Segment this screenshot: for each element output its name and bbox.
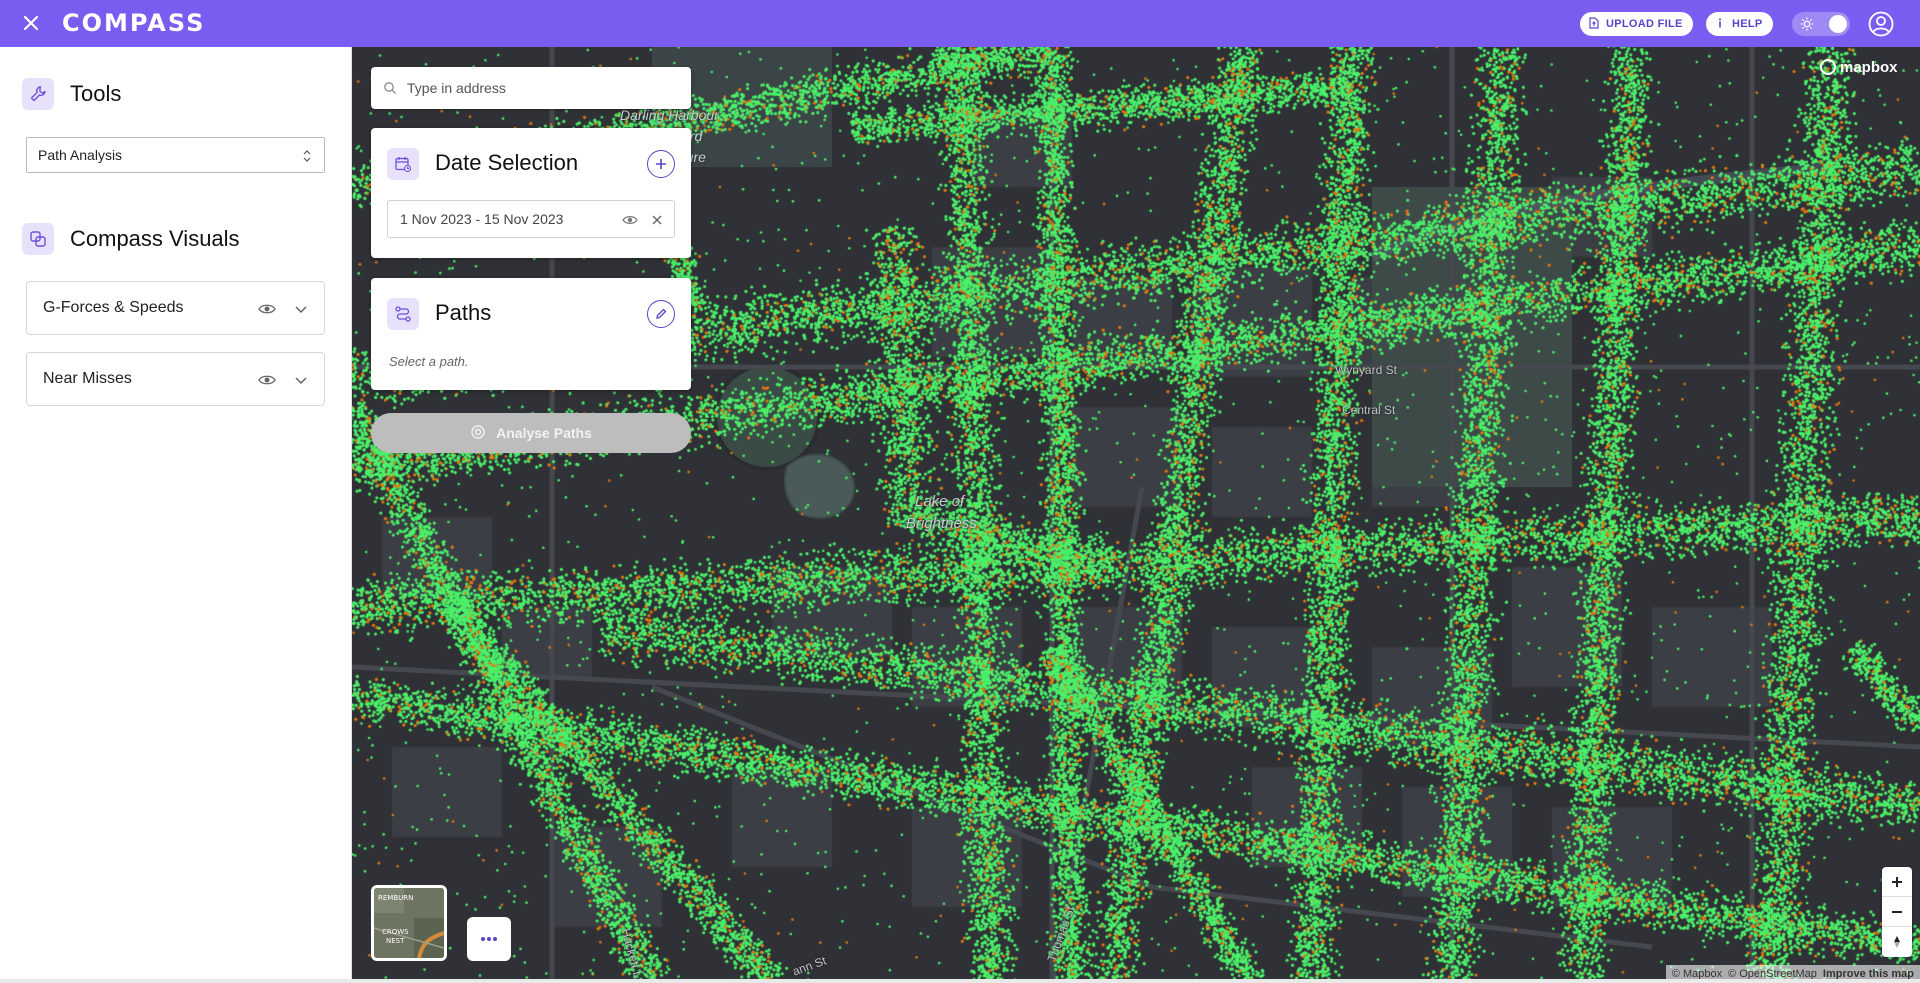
tool-select[interactable]: Path Analysis: [26, 137, 325, 173]
paths-panel: Paths Select a path.: [371, 278, 691, 390]
minimap-label-3: NEST: [386, 937, 405, 945]
tools-section-header: Tools: [22, 78, 121, 110]
date-selection-panel: Date Selection 1 Nov 2023 - 15 Nov 2023: [371, 128, 691, 258]
upload-file-label: UPLOAD FILE: [1606, 18, 1683, 30]
layer-label: Near Misses: [43, 370, 132, 387]
bottom-strip: [0, 979, 1920, 983]
eye-icon[interactable]: [258, 372, 276, 388]
toggle-knob: [1829, 15, 1847, 33]
street-label-central: Central St: [1342, 403, 1396, 417]
add-date-button[interactable]: [647, 150, 675, 178]
date-range-value: 1 Nov 2023 - 15 Nov 2023: [400, 211, 564, 227]
info-icon: [1714, 17, 1726, 32]
search-placeholder: Type in address: [407, 80, 506, 96]
select-arrows-icon: [302, 149, 312, 163]
date-range-chip[interactable]: 1 Nov 2023 - 15 Nov 2023: [387, 200, 675, 238]
eye-icon[interactable]: [258, 301, 276, 317]
layer-card-gforces[interactable]: G-Forces & Speeds: [26, 281, 325, 335]
layers-icon: [22, 223, 54, 255]
minimap-label-1: REMBURN: [378, 894, 413, 902]
theme-toggle[interactable]: [1792, 12, 1850, 36]
chevron-down-icon[interactable]: [294, 302, 308, 316]
tools-title: Tools: [70, 81, 122, 106]
mapbox-logo-text: mapbox: [1840, 58, 1898, 76]
sun-icon: [1800, 17, 1814, 31]
minimap-label-2: CROWS: [382, 928, 409, 936]
layer-card-near-misses[interactable]: Near Misses: [26, 352, 325, 406]
basemap-switcher-minimap[interactable]: REMBURN CROWS NEST: [371, 885, 447, 961]
map-canvas[interactable]: Darling Harbour ard ature Lake of Bright…: [352, 47, 1920, 983]
compass-reset-button[interactable]: [1882, 927, 1912, 957]
pen-icon: [656, 308, 667, 319]
mapbox-icon: [1820, 59, 1836, 75]
minus-icon: [1892, 910, 1902, 913]
upload-icon: [1588, 16, 1600, 32]
draw-path-button[interactable]: [647, 300, 675, 328]
paths-placeholder: Select a path.: [389, 354, 469, 369]
more-horizontal-icon: [481, 937, 497, 941]
account-circle-icon[interactable]: [1868, 11, 1894, 37]
route-icon: [387, 298, 419, 330]
close-icon[interactable]: [20, 12, 42, 34]
map-label-darling: Darling Harbour: [620, 107, 719, 123]
analyse-paths-label: Analyse Paths: [496, 425, 592, 441]
eye-icon[interactable]: [622, 213, 638, 227]
search-icon: [383, 81, 397, 95]
layer-label: G-Forces & Speeds: [43, 299, 184, 316]
tool-select-value: Path Analysis: [38, 147, 123, 163]
top-bar: COMPASS UPLOAD FILE HELP: [0, 0, 1920, 47]
street-label-wynyard: Wynyard St: [1335, 363, 1397, 377]
zoom-in-button[interactable]: [1882, 867, 1912, 897]
analyse-icon: [470, 424, 486, 443]
map-label-lake-2: Brightness: [906, 515, 977, 532]
help-button[interactable]: HELP: [1706, 12, 1773, 36]
date-selection-title: Date Selection: [435, 150, 579, 175]
address-search-input[interactable]: Type in address: [371, 67, 691, 109]
chevron-down-icon[interactable]: [294, 373, 308, 387]
plus-icon: [1892, 876, 1902, 887]
zoom-controls: [1882, 867, 1912, 957]
sidebar: Tools Path Analysis Compass Visuals G-Fo…: [0, 47, 352, 983]
plus-icon: [656, 159, 666, 169]
mapbox-logo[interactable]: mapbox: [1820, 57, 1920, 77]
visuals-title: Compass Visuals: [70, 226, 240, 251]
analyse-paths-button[interactable]: Analyse Paths: [371, 413, 691, 453]
visuals-section-header: Compass Visuals: [22, 223, 240, 255]
close-icon[interactable]: [650, 213, 664, 227]
paths-title: Paths: [435, 300, 492, 325]
upload-file-button[interactable]: UPLOAD FILE: [1580, 12, 1693, 36]
app-logo: COMPASS: [62, 9, 206, 37]
help-label: HELP: [1732, 18, 1763, 30]
map-label-lake-1: Lake of: [915, 493, 965, 510]
calendar-icon: [387, 148, 419, 180]
more-options-button[interactable]: [467, 917, 511, 961]
compass-icon: [1894, 936, 1900, 948]
wrench-icon: [22, 78, 54, 110]
zoom-out-button[interactable]: [1882, 897, 1912, 927]
